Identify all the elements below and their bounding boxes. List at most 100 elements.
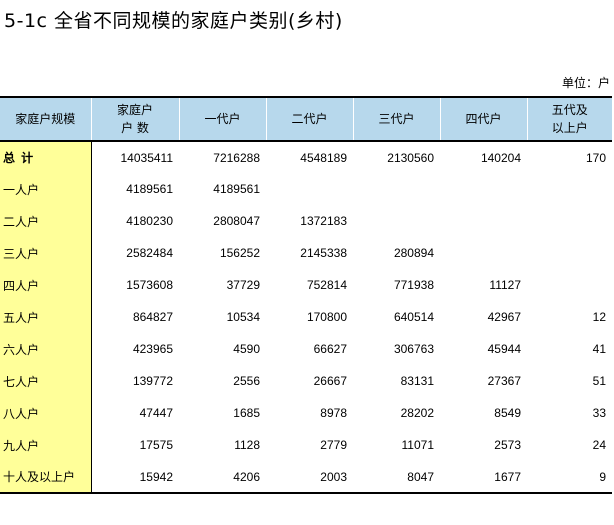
table-cell	[440, 205, 527, 237]
table-cell: 83131	[400, 374, 434, 388]
table-cell: 27367	[487, 374, 521, 388]
table-cell: 11071	[401, 438, 434, 452]
table-cell: 2573	[494, 438, 521, 452]
table-cell: 8549	[494, 406, 521, 420]
table-cell: 41	[592, 342, 606, 356]
row-label: 六人户	[0, 333, 92, 365]
table-cell: 33	[592, 406, 606, 420]
table-row: 四人户 1573608 37729 752814 771938 11127	[0, 269, 612, 301]
table-cell: 2582484	[126, 246, 173, 260]
row-label: 总 计	[0, 141, 92, 173]
table-cell: 170800	[306, 310, 347, 324]
header-four-generation: 四代户	[439, 96, 527, 142]
table-cell	[527, 269, 612, 301]
table-cell: 14035411	[120, 150, 174, 165]
table-cell: 42967	[487, 310, 521, 324]
row-label: 九人户	[0, 429, 92, 461]
table-cell: 1677	[440, 461, 527, 494]
table-cell	[353, 173, 440, 205]
table-cell	[353, 205, 440, 237]
unit-label: 单位：户	[561, 76, 610, 90]
row-label: 一人户	[0, 173, 92, 205]
table-cell	[527, 205, 612, 237]
table-cell: 26667	[313, 374, 347, 388]
table-cell: 2130560	[387, 150, 434, 165]
table-row: 二人户 4180230 2808047 1372183	[0, 205, 612, 237]
table-cell: 306763	[393, 342, 434, 356]
row-label: 三人户	[0, 237, 92, 269]
header-one-generation: 一代户	[178, 96, 266, 142]
header-household-count-line1: 家庭户	[116, 103, 153, 117]
header-five-plus-generation: 五代及 以上户	[526, 96, 612, 142]
table-cell	[527, 237, 612, 269]
table-cell: 4189561	[213, 182, 260, 196]
table-cell: 12	[592, 310, 606, 324]
table-row: 总 计 14035411 7216288 4548189 2130560 140204 17…	[0, 141, 612, 173]
header-household-count-line2: 户 数	[121, 121, 149, 135]
table-cell: 1685	[233, 406, 260, 420]
table-cell: 66627	[313, 342, 347, 356]
table-cell: 280894	[393, 246, 434, 260]
header-household-count: 家庭户 户 数	[90, 96, 179, 142]
header-household-size: 家庭户规模	[0, 96, 91, 142]
table-body: 总 计 14035411 7216288 4548189 2130560 140204 17…	[0, 141, 612, 494]
table-cell: 8978	[320, 406, 347, 420]
table-cell: 640514	[393, 310, 434, 324]
table-row: 十人及以上户 15942 4206 2003 8047 1677 9	[0, 461, 612, 494]
table-cell: 423965	[132, 342, 173, 356]
table-cell: 2003	[266, 461, 353, 494]
table-cell: 28202	[400, 406, 434, 420]
header-row: 家庭户规模 家庭户 户 数 一代户 二代户 三代户 四代户 五代及 以上户	[0, 96, 612, 142]
table-cell: 2808047	[213, 214, 260, 228]
table-cell	[440, 173, 527, 205]
table-cell: 9	[527, 461, 612, 494]
table-cell: 4180230	[126, 214, 173, 228]
table-cell: 1573608	[126, 278, 173, 292]
table-cell: 4189561	[126, 182, 173, 196]
table-cell: 156252	[219, 246, 260, 260]
table-cell: 47447	[139, 406, 173, 420]
table-cell: 2145338	[300, 246, 347, 260]
table-cell: 45944	[487, 342, 521, 356]
table-cell: 139772	[132, 374, 173, 388]
table-cell: 37729	[226, 278, 260, 292]
table-cell: 771938	[393, 278, 434, 292]
row-label: 四人户	[0, 269, 92, 301]
table-cell: 1128	[234, 438, 260, 452]
table-cell	[440, 237, 527, 269]
table-row: 六人户 423965 4590 66627 306763 45944 41	[0, 333, 612, 365]
table-row: 一人户 4189561 4189561	[0, 173, 612, 205]
table-cell: 17575	[139, 438, 173, 452]
row-label: 八人户	[0, 397, 92, 429]
table-cell: 7216288	[213, 150, 260, 165]
table-row: 八人户 47447 1685 8978 28202 8549 33	[0, 397, 612, 429]
table-cell: 10534	[226, 310, 260, 324]
page-title: 5-1c 全省不同规模的家庭户类别(乡村)	[4, 10, 343, 32]
table-cell	[266, 173, 353, 205]
row-label: 十人及以上户	[0, 461, 92, 494]
table-row: 九人户 17575 1128 2779 11071 2573 24	[0, 429, 612, 461]
header-five-plus-line1: 五代及	[551, 103, 588, 117]
household-table: 家庭户规模 家庭户 户 数 一代户 二代户 三代户 四代户 五代及 以上户 总 …	[0, 96, 612, 494]
table-cell: 51	[592, 374, 606, 388]
table-cell	[527, 173, 612, 205]
table-cell: 2779	[320, 438, 347, 452]
table-cell: 11127	[489, 278, 521, 292]
table-cell: 8047	[353, 461, 440, 494]
row-label: 七人户	[0, 365, 92, 397]
row-label: 二人户	[0, 205, 92, 237]
header-five-plus-line2: 以上户	[551, 121, 588, 135]
table-row: 七人户 139772 2556 26667 83131 27367 51	[0, 365, 612, 397]
table-cell: 140204	[480, 150, 521, 165]
table-cell: 4548189	[300, 150, 347, 165]
table-cell: 4206	[179, 461, 266, 494]
table-cell: 4590	[233, 342, 260, 356]
row-label: 五人户	[0, 301, 92, 333]
table-cell: 24	[592, 438, 606, 452]
table-cell: 170	[585, 150, 606, 165]
table-row: 五人户 864827 10534 170800 640514 42967 12	[0, 301, 612, 333]
table-cell: 1372183	[300, 214, 347, 228]
header-three-generation: 三代户	[352, 96, 440, 142]
table-row: 三人户 2582484 156252 2145338 280894	[0, 237, 612, 269]
table-cell: 864827	[132, 310, 173, 324]
